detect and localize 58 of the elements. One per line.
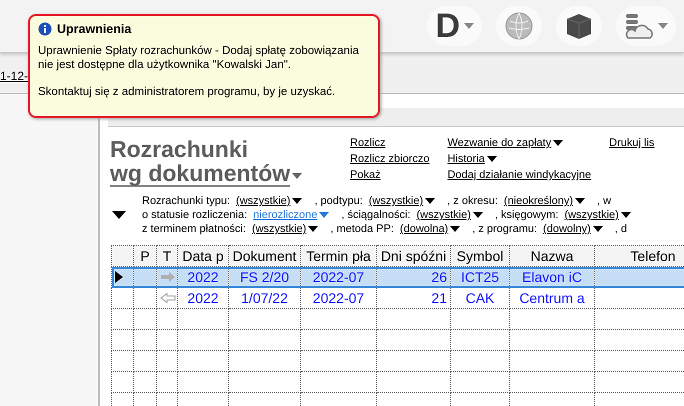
filter-label: z terminem płatności: [142, 223, 246, 235]
action-link[interactable]: Pokaż [350, 169, 430, 181]
action-link[interactable]: Historia [447, 153, 592, 165]
filter-label: , w [597, 195, 612, 207]
column-header[interactable]: Data p [178, 246, 228, 266]
info-icon [38, 22, 52, 36]
tooltip-message: Skontaktuj się z administratorem programu, by je uzyskać. [38, 85, 336, 99]
globe-icon[interactable] [504, 11, 534, 41]
table-cell: 2022-07 [300, 288, 376, 308]
tooltip-title: Uprawnienia [57, 22, 132, 36]
filter-label: , podtypu: [314, 195, 363, 207]
filter-dropdown[interactable]: (wszystkie) [236, 195, 302, 207]
filter-label: , księgowym: [494, 209, 558, 221]
filter-dropdown[interactable]: (dowolna) [400, 223, 460, 235]
filter-label: , z programu: [472, 223, 538, 235]
filter-dropdown[interactable]: (wszystkie) [368, 195, 436, 207]
tooltip-message: Uprawnienie Spłaty rozrachunków - Dodaj spłatę zobowiązania nie jest dostępne dla użytkownika "Kowalski Jan". [38, 44, 360, 72]
caret-icon[interactable] [486, 156, 497, 162]
column-header[interactable]: Symbol [450, 246, 510, 266]
column-header[interactable]: Telefon [594, 246, 684, 266]
table-row[interactable]: 2022 FS 2/20 2022-07 26 ICT25 Elavon iC [112, 266, 684, 288]
logo-button[interactable]: D [427, 6, 482, 46]
table-cell: 1/07/22 [228, 288, 300, 308]
filter-dropdown[interactable]: (dowolny) [543, 223, 603, 235]
action-link[interactable]: Rozlicz [350, 137, 430, 149]
column-header[interactable]: Termin pła [300, 246, 376, 266]
action-link[interactable]: Dodaj działanie windykacyjne [447, 169, 592, 181]
table-cell: 21 [376, 288, 450, 308]
filter-label: Rozrachunki typu: [142, 195, 230, 207]
table-cell: 2022 [178, 288, 228, 308]
filter-dropdown[interactable]: (wszystkie) [416, 209, 483, 221]
filter-dropdown[interactable]: (wszystkie) [564, 209, 631, 221]
filter-dropdown[interactable]: (nieokreślony) [504, 195, 585, 207]
action-link[interactable]: Rozlicz zbiorczo [350, 153, 430, 165]
collapse-caret-icon[interactable] [112, 211, 126, 219]
table-cell: Centrum a [510, 288, 594, 308]
filter-dropdown[interactable]: nierozliczone [253, 209, 330, 221]
filter-label: , d [614, 223, 627, 235]
date-link[interactable]: 1-12- [0, 69, 28, 83]
view-title[interactable]: Rozrachunki wg dokumentów [110, 137, 290, 187]
current-row-icon [115, 271, 123, 283]
column-header[interactable]: Nazwa [510, 246, 594, 266]
filter-label: , ściągalności: [341, 209, 410, 221]
column-header[interactable]: T [156, 246, 178, 266]
table-row[interactable]: 2022 1/07/22 2022-07 21 CAK Centrum a [112, 288, 684, 308]
column-header[interactable]: Dni spóźni [376, 246, 450, 266]
column-header[interactable]: Dokument [228, 246, 300, 266]
filter-label: , z okresu: [447, 195, 498, 207]
filter-dropdown[interactable]: (wszystkie) [252, 223, 318, 235]
filter-label: , metoda PP: [330, 223, 394, 235]
action-link[interactable]: Drukuj lis [609, 137, 654, 149]
table-cell: CAK [450, 288, 510, 308]
column-header[interactable]: P [134, 246, 156, 266]
filter-label: o statusie rozliczenia: [142, 209, 248, 221]
caret-icon[interactable] [553, 140, 564, 146]
action-link[interactable]: Wezwanie do zapłaty [447, 137, 592, 149]
cube-icon[interactable] [564, 11, 594, 41]
cloud-database-icon[interactable] [624, 12, 654, 40]
